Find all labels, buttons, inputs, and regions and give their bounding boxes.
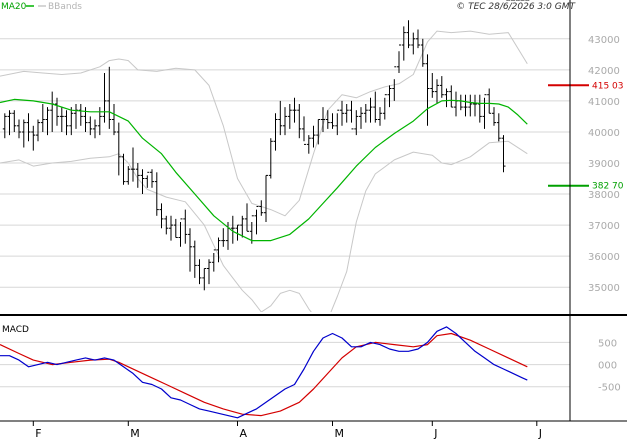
price-tick-label: 40000 — [588, 128, 620, 139]
month-tick-label: M — [335, 427, 345, 440]
price-tick-label: 42000 — [588, 66, 620, 77]
macd-tick-label: 500 — [598, 338, 617, 349]
legend-bbands: BBands — [48, 2, 82, 12]
price-tick-label: 35000 — [588, 283, 620, 294]
month-tick-label: F — [35, 427, 41, 440]
legend-ma20: MA20 — [1, 2, 27, 12]
macd-tick-label: 000 — [598, 361, 617, 372]
price-tick-label: 43000 — [588, 35, 620, 46]
price-tick-label: 38000 — [588, 190, 620, 201]
chart-root: 415 03 382 70 35000 36000 37000 38000 39000 40… — [0, 0, 627, 440]
chart-background — [0, 0, 627, 440]
price-tick-label: 41000 — [588, 97, 620, 108]
price-tick-label: 39000 — [588, 159, 620, 170]
macd-panel-title: MACD — [2, 325, 29, 335]
resistance-label: 415 03 — [592, 81, 624, 91]
price-tick-label: 36000 — [588, 252, 620, 263]
month-tick-label: J — [538, 427, 542, 440]
month-tick-label: A — [240, 427, 248, 440]
copyright-label: © TEC 28/6/2026 3:0 GMT — [456, 2, 576, 12]
month-tick-label: M — [130, 427, 140, 440]
chart-canvas: 415 03382 70 350003600037000380003900040… — [0, 0, 627, 440]
macd-tick-label: -500 — [598, 383, 621, 394]
price-tick-label: 37000 — [588, 221, 620, 232]
month-tick-label: J — [433, 427, 437, 440]
